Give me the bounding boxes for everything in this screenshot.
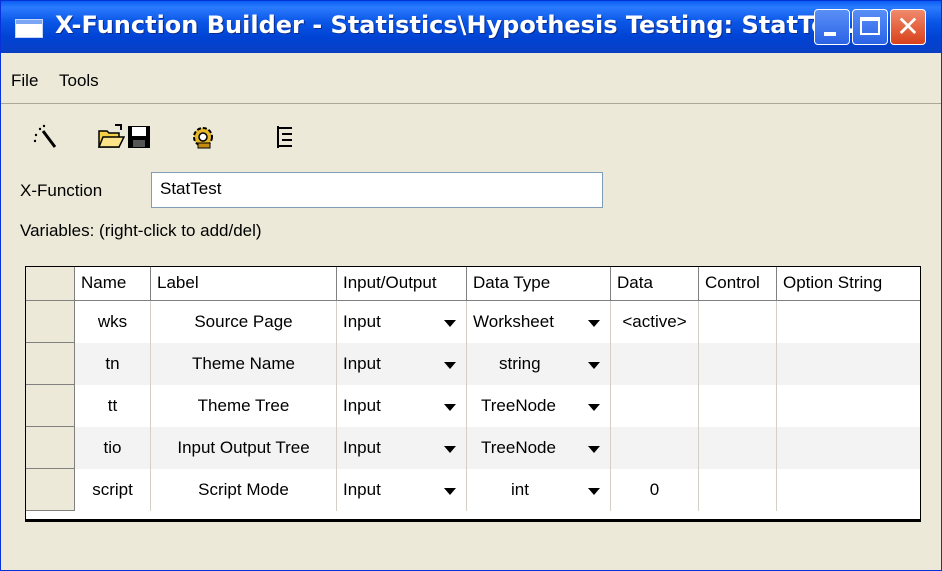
cell-label[interactable]: Source Page (151, 301, 337, 343)
cell-data-type-dropdown[interactable]: TreeNode (467, 427, 611, 469)
header-control[interactable]: Control (699, 267, 777, 301)
table-row[interactable]: script Script Mode Input int 0 (26, 469, 920, 511)
cell-control[interactable] (699, 385, 777, 427)
cell-data[interactable] (611, 343, 699, 385)
cell-data-type-dropdown[interactable]: string (467, 343, 611, 385)
cell-data[interactable] (611, 427, 699, 469)
cell-name[interactable]: tt (75, 385, 151, 427)
menu-bar: File Tools (1, 53, 941, 105)
table-row[interactable]: wks Source Page Input Worksheet <active> (26, 301, 920, 343)
cell-input-output-dropdown[interactable]: Input (337, 301, 467, 343)
minimize-icon (824, 32, 836, 36)
dropdown-arrow-icon[interactable] (444, 488, 456, 495)
cell-data-type-dropdown[interactable]: TreeNode (467, 385, 611, 427)
cell-control[interactable] (699, 301, 777, 343)
dropdown-arrow-icon[interactable] (444, 404, 456, 411)
variables-grid: Name Label Input/Output Data Type Data C… (25, 266, 921, 522)
cell-input-output-value: Input (343, 354, 381, 373)
cell-data-type-dropdown[interactable]: Worksheet (467, 301, 611, 343)
cell-option-string[interactable] (777, 301, 920, 343)
row-header[interactable] (26, 469, 75, 511)
cell-label[interactable]: Theme Tree (151, 385, 337, 427)
title-bar[interactable]: X-Function Builder - Statistics\Hypothes… (1, 1, 941, 53)
cell-data[interactable]: <active> (611, 301, 699, 343)
cell-name[interactable]: wks (75, 301, 151, 343)
maximize-button[interactable] (852, 9, 888, 45)
header-data[interactable]: Data (611, 267, 699, 301)
dropdown-arrow-icon[interactable] (444, 446, 456, 453)
cell-input-output-value: Input (343, 396, 381, 415)
cell-data-type-dropdown[interactable]: int (467, 469, 611, 511)
table-row[interactable]: tt Theme Tree Input TreeNode (26, 385, 920, 427)
cell-data-type-value: int (511, 480, 529, 499)
save-icon[interactable] (125, 123, 153, 151)
cell-control[interactable] (699, 427, 777, 469)
cell-name[interactable]: tn (75, 343, 151, 385)
cell-name[interactable]: script (75, 469, 151, 511)
cell-control[interactable] (699, 343, 777, 385)
dropdown-arrow-icon[interactable] (588, 446, 600, 453)
dropdown-arrow-icon[interactable] (444, 362, 456, 369)
menu-separator (1, 103, 941, 104)
maximize-icon (860, 17, 880, 35)
header-option-string[interactable]: Option String (777, 267, 920, 301)
cell-option-string[interactable] (777, 343, 920, 385)
cell-input-output-dropdown[interactable]: Input (337, 343, 467, 385)
close-button[interactable]: ✕ (890, 9, 926, 45)
grid-corner[interactable] (26, 267, 75, 301)
minimize-button[interactable] (814, 9, 850, 45)
header-name[interactable]: Name (75, 267, 151, 301)
menu-file[interactable]: File (11, 71, 38, 91)
row-header[interactable] (26, 301, 75, 343)
cell-data[interactable]: 0 (611, 469, 699, 511)
dropdown-arrow-icon[interactable] (588, 320, 600, 327)
status-area (1, 536, 941, 570)
table-row[interactable]: tn Theme Name Input string (26, 343, 920, 385)
cell-name[interactable]: tio (75, 427, 151, 469)
header-data-type[interactable]: Data Type (467, 267, 611, 301)
cell-data-type-value: TreeNode (481, 438, 556, 457)
cell-input-output-value: Input (343, 480, 381, 499)
cell-control[interactable] (699, 469, 777, 511)
wizard-icon[interactable] (31, 123, 59, 151)
header-input-output[interactable]: Input/Output (337, 267, 467, 301)
header-label[interactable]: Label (151, 267, 337, 301)
window-title: X-Function Builder - Statistics\Hypothes… (55, 11, 855, 39)
variables-label: Variables: (right-click to add/del) (20, 221, 262, 240)
menu-tools[interactable]: Tools (59, 71, 99, 91)
compile-gear-icon[interactable] (189, 123, 217, 151)
cell-option-string[interactable] (777, 385, 920, 427)
xfunction-builder-window: X-Function Builder - Statistics\Hypothes… (0, 0, 942, 571)
dropdown-arrow-icon[interactable] (588, 488, 600, 495)
row-header[interactable] (26, 427, 75, 469)
open-folder-icon[interactable] (97, 123, 125, 151)
cell-data-type-value: TreeNode (481, 396, 556, 415)
xfunction-label: X-Function (20, 181, 103, 200)
cell-input-output-value: Input (343, 438, 381, 457)
cell-data[interactable] (611, 385, 699, 427)
row-header[interactable] (26, 343, 75, 385)
cell-input-output-dropdown[interactable]: Input (337, 469, 467, 511)
row-header[interactable] (26, 385, 75, 427)
cell-option-string[interactable] (777, 469, 920, 511)
cell-label[interactable]: Script Mode (151, 469, 337, 511)
cell-input-output-dropdown[interactable]: Input (337, 427, 467, 469)
cell-input-output-dropdown[interactable]: Input (337, 385, 467, 427)
dropdown-arrow-icon[interactable] (588, 404, 600, 411)
cell-label[interactable]: Input Output Tree (151, 427, 337, 469)
window-app-icon (15, 19, 43, 38)
cell-label[interactable]: Theme Name (151, 343, 337, 385)
table-row[interactable]: tio Input Output Tree Input TreeNode (26, 427, 920, 469)
cell-data-type-value: Worksheet (473, 312, 554, 331)
xfunction-name-input[interactable]: StatTest (151, 172, 603, 208)
dropdown-arrow-icon[interactable] (444, 320, 456, 327)
cell-input-output-value: Input (343, 312, 381, 331)
tree-view-icon[interactable] (271, 123, 299, 151)
close-icon: ✕ (896, 10, 920, 43)
dropdown-arrow-icon[interactable] (588, 362, 600, 369)
cell-option-string[interactable] (777, 427, 920, 469)
cell-data-type-value: string (499, 354, 541, 373)
